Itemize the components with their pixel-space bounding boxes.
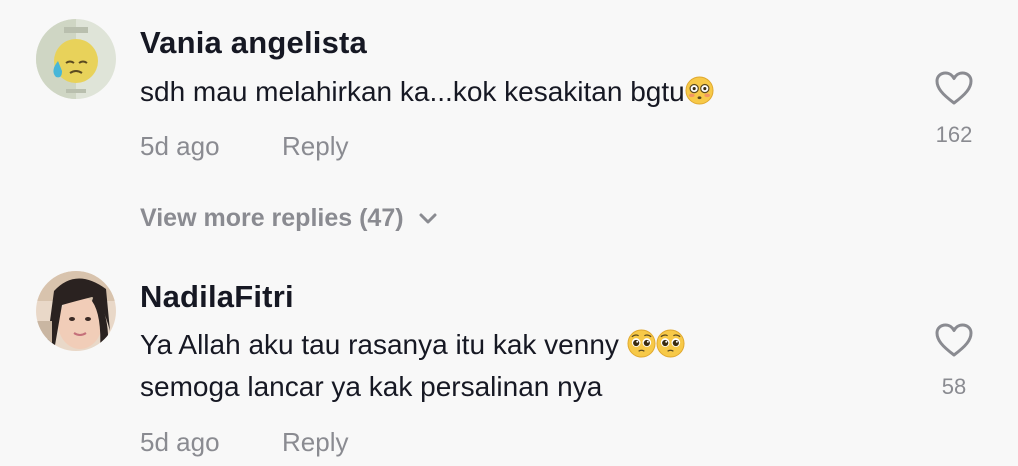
comment-text-line: semoga lancar ya kak persalinan nya [140, 371, 603, 402]
like-count: 58 [941, 374, 967, 399]
flushed-face-icon [685, 75, 714, 105]
view-more-replies-label: View more replies (47) [140, 204, 404, 232]
comment-age: 5d ago [140, 427, 220, 457]
heart-icon [935, 323, 973, 357]
like-button[interactable] [934, 322, 974, 358]
crying-face-avatar-icon [36, 19, 116, 99]
pleading-face-icon [656, 328, 685, 358]
comments-panel: Vania angelista sdh mau melahirkan ka...… [0, 0, 1018, 466]
comment-text-line: Ya Allah aku tau rasanya itu kak venny [140, 329, 619, 360]
like-count: 162 [935, 122, 973, 147]
chevron-down-icon [419, 213, 437, 223]
heart-icon [935, 71, 973, 105]
reply-button[interactable]: Reply [282, 131, 348, 162]
username[interactable]: Vania angelista [140, 25, 367, 61]
avatar[interactable] [36, 271, 116, 351]
user-photo-avatar-icon [36, 271, 116, 351]
reply-button[interactable]: Reply [282, 427, 348, 458]
comment-text: sdh mau melahirkan ka...kok kesakitan bg… [140, 71, 714, 113]
like-button[interactable] [934, 70, 974, 106]
username[interactable]: NadilaFitri [140, 279, 294, 315]
comment-age: 5d ago [140, 131, 220, 161]
pleading-face-icon [627, 328, 656, 358]
comment-text: Ya Allah aku tau rasanya itu kak venny s… [140, 324, 685, 408]
comment-text-line: sdh mau melahirkan ka...kok kesakitan bg… [140, 76, 685, 107]
avatar[interactable] [36, 19, 116, 99]
view-more-replies-button[interactable]: View more replies (47) [140, 204, 438, 233]
